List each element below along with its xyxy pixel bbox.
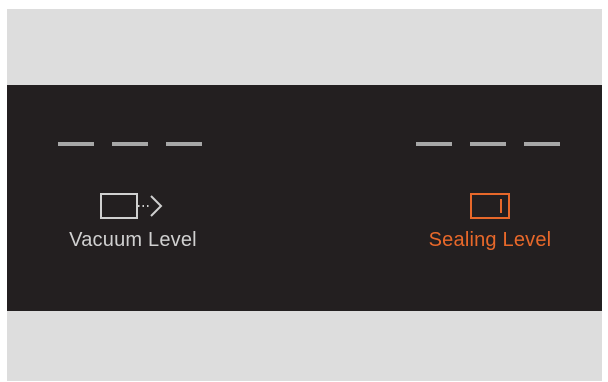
seal-bar-icon (470, 193, 510, 219)
vacuum-level-segment (58, 142, 94, 146)
sealing-level-button[interactable]: Sealing Level (415, 189, 565, 252)
vacuum-arrow-icon (100, 193, 163, 219)
control-panel: Vacuum Level Sealing Level (7, 85, 602, 311)
vacuum-level-segment (166, 142, 202, 146)
sealing-level-segment (470, 142, 506, 146)
vacuum-level-segment (112, 142, 148, 146)
vacuum-level-button[interactable]: Vacuum Level (52, 189, 214, 252)
sealing-level-label: Sealing Level (428, 229, 552, 251)
sealing-level-display (416, 142, 560, 146)
vacuum-level-label: Vacuum Level (69, 229, 197, 251)
sealing-level-segment (416, 142, 452, 146)
vacuum-level-display (58, 142, 202, 146)
sealing-level-segment (524, 142, 560, 146)
